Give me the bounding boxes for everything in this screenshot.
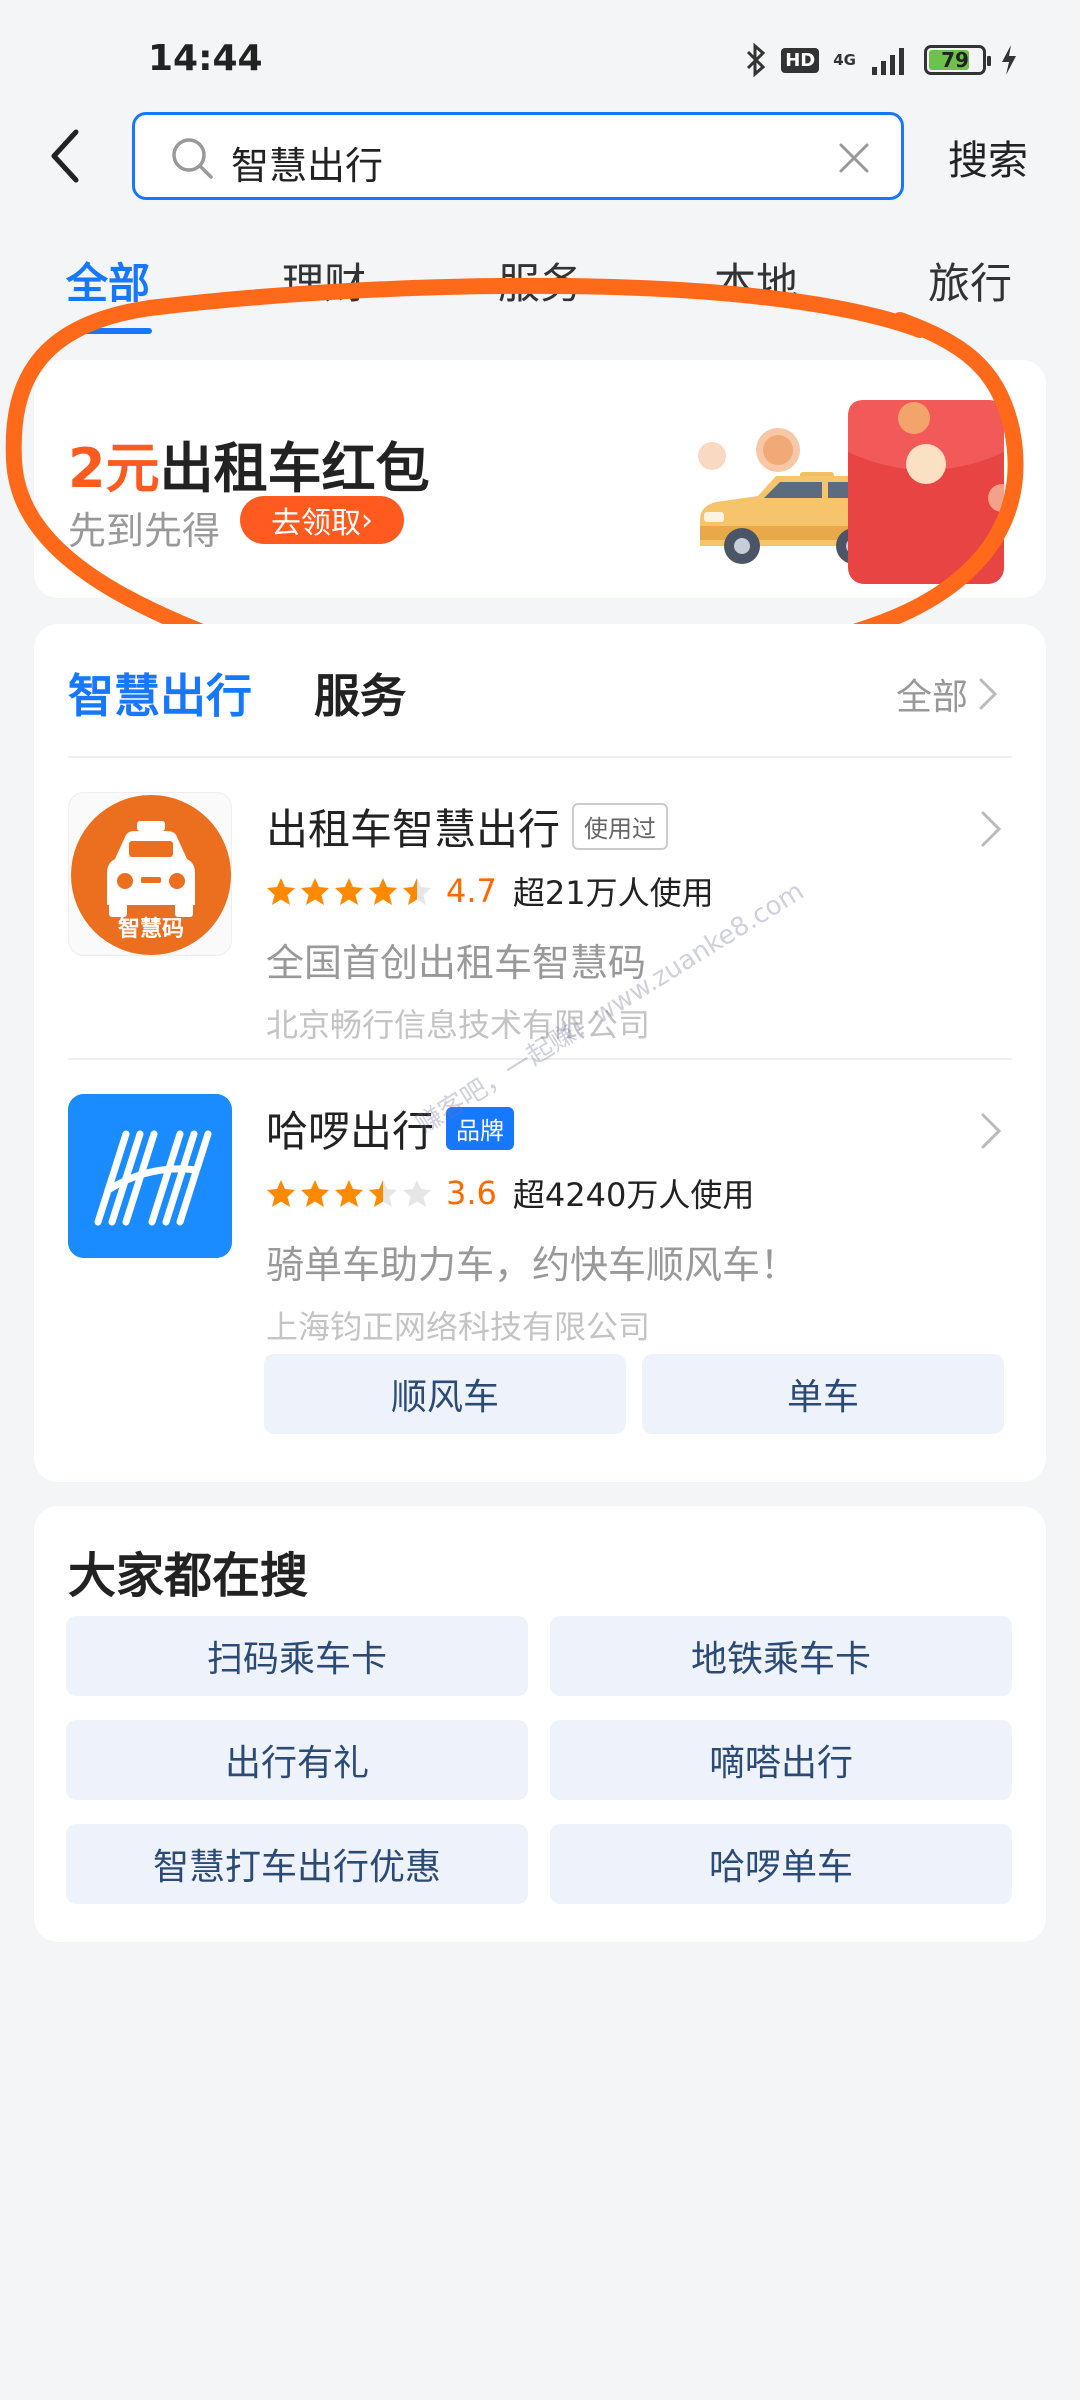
star-icon: [369, 878, 397, 905]
services-all-label: 全部: [895, 677, 968, 718]
tab-all[interactable]: 全部: [66, 250, 150, 311]
app-company: 上海钧正网络科技有限公司: [266, 1308, 651, 1346]
app-name-text: 出租车智慧出行: [266, 805, 561, 854]
status-bar: 14:44 HD 4G 79: [0, 0, 1080, 120]
star-icon: [301, 878, 329, 905]
services-all-link[interactable]: 全部: [896, 668, 998, 720]
rating-row: 4.7 超21万人使用: [266, 868, 714, 914]
star-icon: [267, 878, 295, 905]
search-button[interactable]: 搜索: [948, 128, 1028, 186]
tab-finance[interactable]: 理财: [282, 250, 366, 311]
claim-arrow-icon: ›: [361, 502, 373, 538]
popular-searches-title: 大家都在搜: [68, 1548, 309, 1604]
banner-amount: 2元: [68, 437, 160, 500]
search-query: 智慧出行: [231, 144, 384, 188]
user-count: 超4240万人使用: [512, 1176, 755, 1214]
app-item-taxi[interactable]: 智慧码 出租车智慧出行 使用过 4.7 超21万人使用 全国首创出租车智慧码 北京…: [68, 792, 1012, 1044]
clear-icon[interactable]: [837, 141, 871, 175]
half-star-icon: [369, 1180, 397, 1207]
rating-value: 4.7: [446, 872, 497, 910]
search-suggestion[interactable]: 扫码乘车卡: [66, 1616, 528, 1696]
star-icon: [301, 1180, 329, 1207]
bike-button[interactable]: 单车: [642, 1354, 1004, 1434]
search-input[interactable]: 智慧出行: [132, 112, 904, 200]
hellobike-app-icon: [68, 1094, 232, 1258]
banner-subtitle: 先到先得: [68, 509, 221, 553]
taxi-app-icon: 智慧码: [68, 792, 232, 956]
search-suggestion[interactable]: 出行有礼: [66, 1720, 528, 1800]
taxi-icon-caption: 智慧码: [117, 917, 184, 942]
search-suggestion[interactable]: 地铁乘车卡: [550, 1616, 1012, 1696]
services-heading-keyword: 智慧出行: [68, 669, 252, 723]
tab-local[interactable]: 本地: [714, 250, 798, 311]
services-heading-label: 服务: [314, 669, 406, 723]
chevron-right-icon: [979, 678, 998, 710]
active-tab-indicator: [66, 328, 152, 334]
chevron-right-icon: [981, 1113, 1002, 1149]
empty-star-icon: [403, 1180, 431, 1207]
half-star-icon: [403, 878, 431, 905]
claim-button[interactable]: 去领取 ›: [240, 496, 404, 544]
search-icon: [172, 138, 213, 179]
app-item-hellobike[interactable]: 哈啰出行 品牌 3.6 超4240万人使用 骑单车助力车，约快车顺风车！ 上海钧正…: [68, 1094, 1012, 1346]
search-suggestion[interactable]: 智慧打车出行优惠: [66, 1824, 528, 1904]
app-name-text: 哈啰出行: [266, 1107, 435, 1156]
app-description: 全国首创出租车智慧码: [266, 941, 647, 985]
taxi-red-packet-banner[interactable]: 2元出租车红包 先到先得 去领取 ›: [34, 360, 1046, 598]
hd-badge: HD: [781, 47, 820, 73]
status-time: 14:44: [148, 38, 263, 79]
popular-searches-card: 大家都在搜 扫码乘车卡 地铁乘车卡 出行有礼 嘀嗒出行 智慧打车出行优惠 哈啰单…: [34, 1506, 1046, 1942]
search-suggestion[interactable]: 哈啰单车: [550, 1824, 1012, 1904]
search-suggestion[interactable]: 嘀嗒出行: [550, 1720, 1012, 1800]
tab-services[interactable]: 服务: [498, 250, 582, 311]
divider: [68, 756, 1012, 758]
star-rating: [266, 876, 432, 906]
star-icon: [335, 1180, 363, 1207]
services-heading: 智慧出行 服务: [68, 660, 406, 726]
status-icons: HD 4G 79: [745, 38, 1018, 82]
used-badge: 使用过: [572, 803, 669, 850]
taxi-red-packet-illustration: [698, 400, 1016, 584]
signal-icon: [872, 48, 904, 75]
category-tabs: 全部 理财 服务 本地 旅行: [0, 250, 1080, 340]
battery-icon: 79: [924, 45, 991, 75]
app-description: 骑单车助力车，约快车顺风车！: [266, 1243, 799, 1287]
claim-button-label: 去领取: [271, 506, 361, 541]
carpool-button[interactable]: 顺风车: [264, 1354, 626, 1434]
bluetooth-icon: [747, 43, 766, 77]
back-arrow-icon: [51, 129, 79, 183]
battery-level: 79: [941, 48, 969, 72]
charging-icon: [1002, 45, 1016, 75]
star-icon: [335, 878, 363, 905]
star-rating: [266, 1178, 432, 1208]
app-name: 出租车智慧出行 使用过: [266, 796, 669, 857]
user-count: 超21万人使用: [512, 874, 714, 912]
back-button[interactable]: [42, 126, 92, 186]
banner-title-text: 出租车红包: [159, 437, 430, 500]
hellobike-logo-icon: [68, 1094, 232, 1258]
star-icon: [267, 1180, 295, 1207]
banner-title: 2元出租车红包: [68, 424, 430, 503]
tab-travel[interactable]: 旅行: [928, 250, 1012, 311]
rating-value: 3.6: [446, 1174, 497, 1212]
rating-row: 3.6 超4240万人使用: [266, 1170, 754, 1216]
network-label: 4G: [833, 51, 856, 69]
chevron-right-icon: [981, 811, 1002, 847]
search-row: 智慧出行 搜索: [0, 108, 1080, 204]
